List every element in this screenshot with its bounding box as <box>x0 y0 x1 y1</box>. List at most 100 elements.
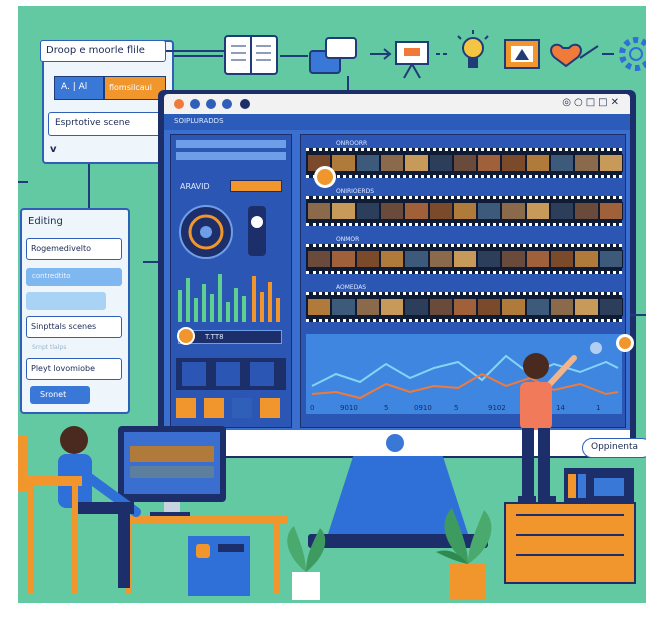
video-thumbnail[interactable] <box>355 154 380 172</box>
video-thumbnail[interactable] <box>331 250 356 268</box>
meter-slider[interactable]: T.TT8 <box>177 327 282 345</box>
video-thumbnail[interactable] <box>525 250 551 268</box>
chevron-down-icon[interactable]: v <box>50 144 57 155</box>
video-thumbnail[interactable] <box>574 202 599 220</box>
video-thumbnail[interactable] <box>404 202 429 220</box>
video-thumbnail[interactable] <box>525 298 551 316</box>
video-thumbnail[interactable] <box>550 202 575 220</box>
scene-field[interactable]: Esprtotive scene <box>48 112 170 136</box>
keyboard <box>150 512 190 516</box>
window-dot-icon[interactable] <box>206 99 216 109</box>
video-thumbnail[interactable] <box>307 298 332 316</box>
shape-icon[interactable] <box>260 398 280 418</box>
video-thumbnail[interactable] <box>452 298 478 316</box>
video-thumbnail[interactable] <box>477 250 502 268</box>
video-thumbnail[interactable] <box>404 154 429 172</box>
tool-grid <box>176 358 286 390</box>
video-thumbnail[interactable] <box>501 250 526 268</box>
drop-file-zone[interactable]: Droop e moorle flile <box>40 40 166 62</box>
tool-button[interactable] <box>182 362 206 386</box>
tab-ai[interactable]: A. | Al <box>54 76 104 100</box>
editing-item-label: Pleyt lovomiobe <box>31 364 96 373</box>
video-thumbnail[interactable] <box>598 298 623 316</box>
video-thumbnail[interactable] <box>550 154 575 172</box>
panel-orange-slider[interactable] <box>230 180 282 192</box>
video-thumbnail[interactable] <box>355 298 380 316</box>
tool-button[interactable] <box>216 362 240 386</box>
video-thumbnail[interactable] <box>379 202 405 220</box>
right-marker[interactable] <box>616 334 634 352</box>
video-thumbnail[interactable] <box>355 250 380 268</box>
video-thumbnail[interactable] <box>574 154 599 172</box>
connector-line <box>630 314 646 316</box>
video-thumbnail[interactable] <box>428 298 453 316</box>
video-thumbnail[interactable] <box>404 298 429 316</box>
video-thumbnail[interactable] <box>598 154 623 172</box>
ruler-tick: 1 <box>596 404 601 412</box>
editing-item-faded-0[interactable]: contredtito <box>26 268 122 286</box>
editing-action-button[interactable]: Sronet <box>30 386 90 404</box>
window-dot-icon[interactable] <box>222 99 232 109</box>
slider-knob-icon[interactable] <box>177 327 195 345</box>
film-strip[interactable] <box>306 148 623 178</box>
video-thumbnail[interactable] <box>574 298 599 316</box>
video-thumbnail[interactable] <box>428 202 453 220</box>
video-thumbnail[interactable] <box>501 298 526 316</box>
right-callout-label: Oppinenta <box>591 442 638 452</box>
connector-icon[interactable] <box>232 398 252 418</box>
ruler-tick: 0910 <box>414 404 432 412</box>
tool-button[interactable] <box>250 362 274 386</box>
window-dot-icon[interactable] <box>190 99 200 109</box>
video-thumbnail[interactable] <box>598 250 623 268</box>
tab-other[interactable]: flomsilcaui <box>104 76 166 100</box>
file-block <box>594 478 624 496</box>
editing-item-1[interactable]: Sinpttals scenes <box>26 316 122 338</box>
video-thumbnail[interactable] <box>428 154 453 172</box>
editing-item-2[interactable]: Pleyt lovomiobe <box>26 358 122 380</box>
gear-icon <box>619 37 646 71</box>
video-thumbnail[interactable] <box>574 250 599 268</box>
shelf-files <box>564 468 634 502</box>
window-dot-icon[interactable] <box>174 99 184 109</box>
video-thumbnail[interactable] <box>307 202 332 220</box>
video-thumbnail[interactable] <box>331 298 356 316</box>
video-thumbnail[interactable] <box>331 202 356 220</box>
film-strip[interactable] <box>306 244 623 274</box>
film-strip[interactable] <box>306 196 623 226</box>
window-dot-icon[interactable] <box>240 99 250 109</box>
video-thumbnail[interactable] <box>379 298 405 316</box>
video-thumbnail[interactable] <box>379 250 405 268</box>
joystick-icon[interactable] <box>248 206 266 256</box>
arrow-right-icon <box>370 48 392 60</box>
playhead-marker[interactable] <box>314 166 336 188</box>
pen-icon[interactable] <box>176 398 196 418</box>
video-thumbnail[interactable] <box>477 298 502 316</box>
film-strip[interactable] <box>306 292 623 322</box>
video-thumbnail[interactable] <box>477 202 502 220</box>
video-thumbnail[interactable] <box>307 250 332 268</box>
video-thumbnail[interactable] <box>452 154 478 172</box>
scissors-icon[interactable] <box>204 398 224 418</box>
video-thumbnail[interactable] <box>428 250 453 268</box>
video-thumbnail[interactable] <box>355 202 380 220</box>
video-thumbnail[interactable] <box>404 250 429 268</box>
window-controls-icon[interactable]: ◎○□□✕ <box>562 97 622 108</box>
video-thumbnail[interactable] <box>331 154 356 172</box>
power-button-icon[interactable] <box>386 434 404 452</box>
meter-value: T.TT8 <box>205 333 224 341</box>
drawer-line <box>516 554 624 556</box>
video-thumbnail[interactable] <box>477 154 502 172</box>
editing-item-0[interactable]: Rogemedivelto <box>26 238 122 260</box>
video-thumbnail[interactable] <box>379 154 405 172</box>
video-thumbnail[interactable] <box>452 250 478 268</box>
right-callout[interactable]: Oppinenta <box>582 438 646 458</box>
video-thumbnail[interactable] <box>525 202 551 220</box>
video-thumbnail[interactable] <box>550 298 575 316</box>
video-thumbnail[interactable] <box>598 202 623 220</box>
drawer-line <box>516 514 624 516</box>
video-thumbnail[interactable] <box>452 202 478 220</box>
video-thumbnail[interactable] <box>501 202 526 220</box>
video-thumbnail[interactable] <box>525 154 551 172</box>
video-thumbnail[interactable] <box>550 250 575 268</box>
video-thumbnail[interactable] <box>501 154 526 172</box>
